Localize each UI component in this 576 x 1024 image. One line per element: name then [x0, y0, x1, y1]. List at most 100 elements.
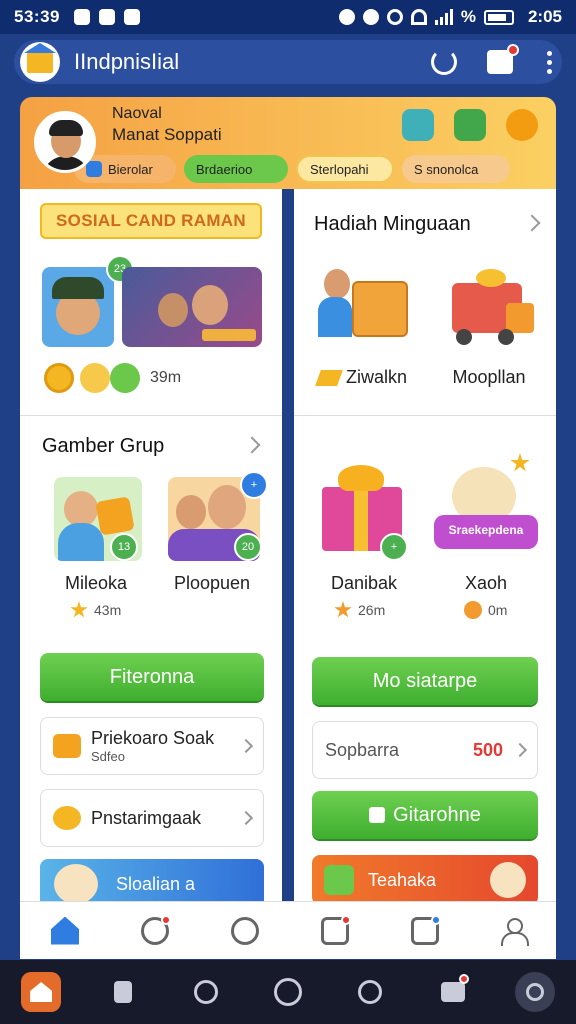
coin-icon: [44, 363, 74, 393]
chip-3[interactable]: Sterlopahi: [296, 155, 394, 183]
gold-bar-icon: [315, 369, 343, 386]
profile-badges: [402, 109, 538, 141]
secondary-button-right[interactable]: Gitarohne: [312, 791, 538, 839]
app-title: IIndpnisIial: [74, 49, 180, 74]
avatar[interactable]: [34, 111, 96, 173]
member-points-1: 43m: [70, 601, 121, 619]
battery-percent-symbol: %: [460, 7, 476, 26]
reward-label-1: Ziwalkn: [315, 367, 407, 388]
home-app-icon[interactable]: [21, 972, 62, 1012]
secondary-button-right-label: Gitarohne: [393, 803, 481, 826]
primary-button-left[interactable]: Fiteronna: [40, 653, 264, 701]
chevron-right-icon[interactable]: [243, 436, 261, 454]
coin-icon: [53, 806, 81, 830]
quantity-field[interactable]: Sopbarra 500: [312, 721, 538, 779]
check-tab-icon[interactable]: [141, 914, 171, 945]
home-tab-icon[interactable]: [51, 916, 79, 945]
leaf-token-icon: [110, 363, 140, 393]
reward-image-2[interactable]: [446, 269, 538, 349]
promo-banner-right-text: Teahaka: [368, 869, 437, 890]
chip-label: Brdaerioo: [196, 161, 253, 177]
bottom-tab-bar: [20, 901, 556, 959]
group-photo-thumbnail[interactable]: [122, 267, 262, 347]
status-bar: 53:39 % 2:05: [0, 0, 576, 34]
chip-4[interactable]: S snonolca: [402, 155, 510, 183]
dog-icon: [54, 864, 98, 901]
app-logo[interactable]: [20, 42, 60, 82]
assistant-app-icon[interactable]: [514, 972, 555, 1012]
sticker-image[interactable]: Sraekepdena: [434, 453, 538, 557]
list-row-2[interactable]: Pnstarimgaak: [40, 789, 264, 847]
app-bar: IIndpnisIial: [14, 40, 562, 84]
alarm-icon: [338, 9, 355, 25]
member-badge-1: 13: [110, 533, 138, 561]
reward-label-3: Danibak: [330, 573, 398, 593]
rewards-title: Hadiah Minguaan: [314, 213, 471, 235]
primary-button-right[interactable]: Mo siatarpe: [312, 657, 538, 705]
points-value: 39m: [150, 369, 182, 386]
chip-label: S snonolca: [414, 161, 479, 177]
trophy-badge-icon[interactable]: [402, 109, 434, 141]
promo-banner-left[interactable]: Sloalian a: [40, 859, 264, 901]
chip-label: Bierolar: [108, 161, 153, 177]
chevron-right-icon: [512, 742, 528, 758]
group-section-title: Gamber Grup: [42, 435, 165, 457]
reward-label-2: Moopllan: [452, 367, 526, 387]
message-notification-icon: [123, 9, 140, 25]
left-panel: SOSIAL CAND RAMAN 23 39m Gamber Grup 13 …: [20, 189, 282, 901]
system-indicators: % 2:05: [338, 7, 562, 27]
star-icon: [334, 601, 352, 618]
chip-label: Sterlopahi: [310, 161, 369, 177]
star-token-icon: [80, 363, 110, 393]
profile-chips: Bierolar Brdaerioo Sterlopahi S snonolca: [74, 155, 510, 183]
inbox-badge: [507, 44, 519, 56]
photo-notification-icon: [98, 9, 115, 25]
tasks-tab-icon[interactable]: [321, 914, 351, 945]
reward-image-1[interactable]: [318, 265, 410, 351]
member-add-badge[interactable]: +: [240, 471, 268, 499]
box-icon: [53, 734, 81, 758]
gift-badge: +: [380, 533, 408, 561]
house-icon: [24, 43, 56, 73]
friend-thumbnail[interactable]: [42, 267, 114, 347]
timer-app-icon[interactable]: [350, 972, 390, 1012]
app-notification-icon: [73, 9, 90, 25]
quantity-field-value: 500: [472, 739, 503, 760]
search-tab-icon[interactable]: [231, 916, 259, 945]
dog-icon: [490, 862, 526, 898]
chevron-right-icon[interactable]: [523, 214, 541, 232]
key-icon: [369, 807, 386, 823]
inbox-icon[interactable]: [487, 44, 519, 74]
list-row-1[interactable]: Priekoaro Soak Sdfeo: [40, 717, 264, 775]
member-name-1: Mileoka: [64, 573, 128, 593]
signal-icon: [434, 9, 453, 25]
refresh-icon[interactable]: [431, 49, 457, 75]
right-panel: Hadiah Minguaan Ziwalkn Moopllan + Sraek…: [294, 189, 556, 901]
search-app-icon[interactable]: [186, 972, 226, 1012]
status-time-left: 53:39: [14, 7, 60, 26]
wifi-icon: [410, 9, 427, 25]
battery-icon: [483, 9, 514, 25]
sticker-text: Sraekepdena: [448, 523, 524, 537]
profile-tab-icon[interactable]: [501, 917, 529, 946]
social-banner[interactable]: SOSIAL CAND RAMAN: [40, 203, 262, 239]
plant-app-icon[interactable]: [103, 972, 143, 1012]
notification-icons: [73, 9, 140, 25]
puzzle-badge-icon[interactable]: [454, 109, 486, 141]
chip-2[interactable]: Brdaerioo: [184, 155, 288, 183]
promo-banner-right[interactable]: Teahaka: [312, 855, 538, 901]
medal-badge-icon[interactable]: [506, 109, 538, 141]
member-badge-2: 20: [234, 533, 262, 561]
reward-label-4: Xaoh: [464, 573, 508, 593]
calendar-tab-icon[interactable]: [411, 914, 441, 945]
more-menu-icon[interactable]: [547, 50, 552, 74]
sync-icon: [386, 9, 403, 25]
chevron-right-icon: [238, 810, 254, 826]
chevron-right-icon: [238, 738, 254, 754]
profile-card: Naoval Manat Soppati Bierolar Brdaerioo …: [20, 97, 556, 189]
list-row-1-sub: Sdfeo: [91, 749, 125, 764]
compass-app-icon[interactable]: [268, 972, 308, 1012]
coin-icon: [464, 601, 482, 619]
puzzle-icon: [324, 865, 354, 895]
calendar-app-icon[interactable]: [433, 972, 473, 1012]
